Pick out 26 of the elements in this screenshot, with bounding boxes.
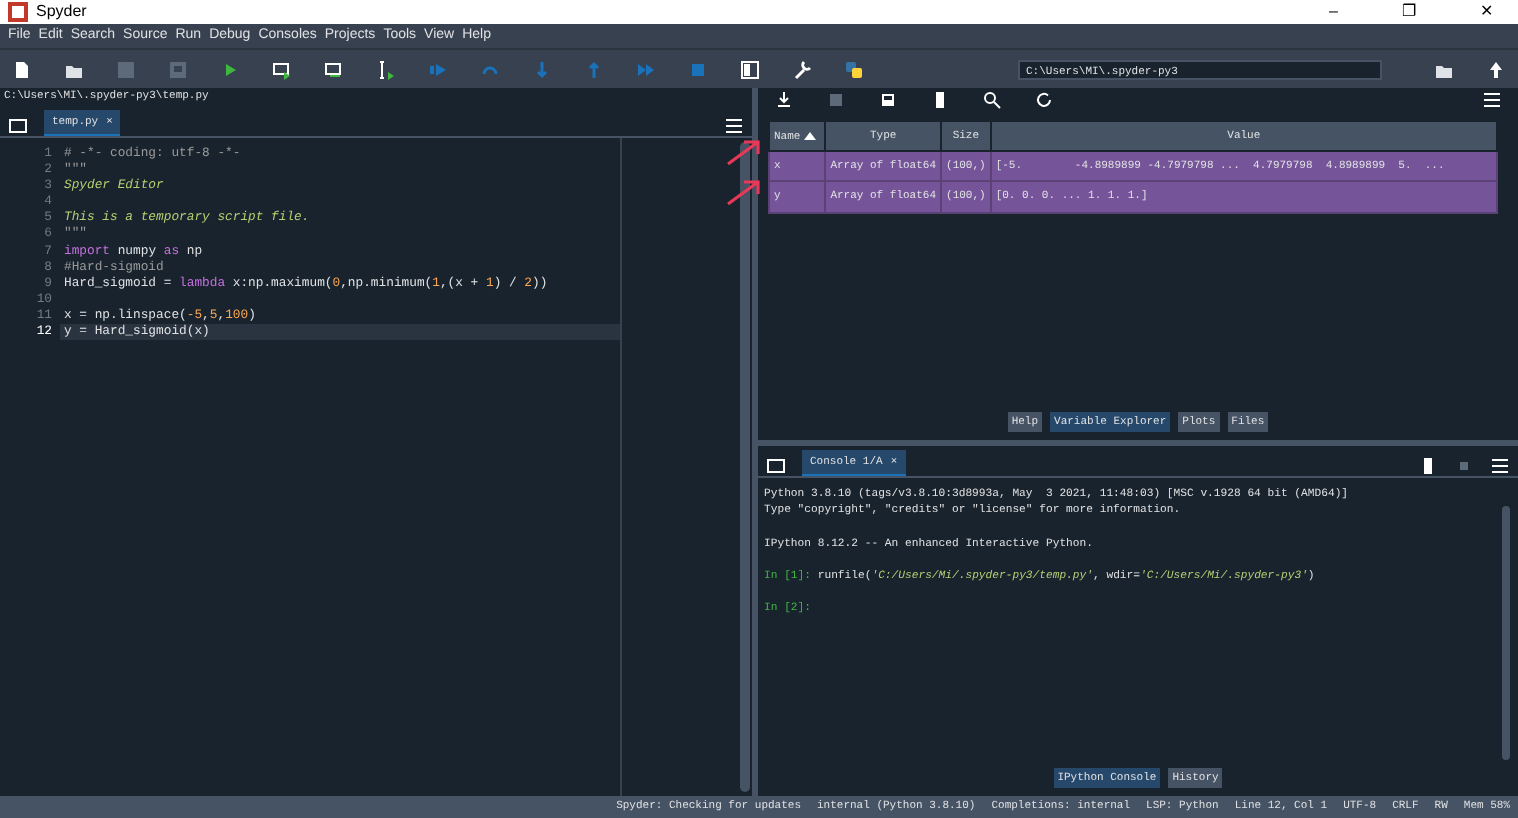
scrollbar[interactable] — [740, 142, 750, 792]
annotation-arrow — [726, 178, 762, 206]
browse-tabs-icon[interactable] — [8, 116, 28, 136]
annotation-arrow — [726, 138, 762, 166]
run-cell-advance-icon[interactable] — [324, 59, 344, 79]
refresh-icon[interactable] — [1034, 90, 1054, 110]
run-icon[interactable] — [220, 59, 240, 79]
maximize-pane-icon[interactable] — [740, 59, 760, 79]
browse-tabs-icon[interactable] — [766, 456, 786, 476]
close-button[interactable]: ✕ — [1464, 0, 1510, 24]
search-icon[interactable] — [982, 90, 1002, 110]
run-selection-icon[interactable] — [376, 59, 396, 79]
wrench-icon[interactable] — [792, 59, 812, 79]
maximize-button[interactable]: ❐ — [1386, 0, 1432, 24]
new-file-icon[interactable] — [12, 59, 32, 79]
scrollbar[interactable] — [1502, 506, 1510, 760]
options-menu-icon[interactable] — [1482, 90, 1502, 110]
options-menu-icon[interactable] — [1490, 456, 1510, 476]
options-menu-icon[interactable] — [724, 116, 744, 136]
import-icon[interactable] — [774, 90, 794, 110]
up-arrow-icon[interactable] — [1486, 59, 1506, 79]
minimize-button[interactable]: – — [1313, 0, 1354, 24]
save-as-icon[interactable] — [878, 90, 898, 110]
window-title: Spyder — [36, 0, 87, 24]
python-icon[interactable] — [844, 59, 864, 79]
run-cell-icon[interactable] — [272, 59, 292, 79]
